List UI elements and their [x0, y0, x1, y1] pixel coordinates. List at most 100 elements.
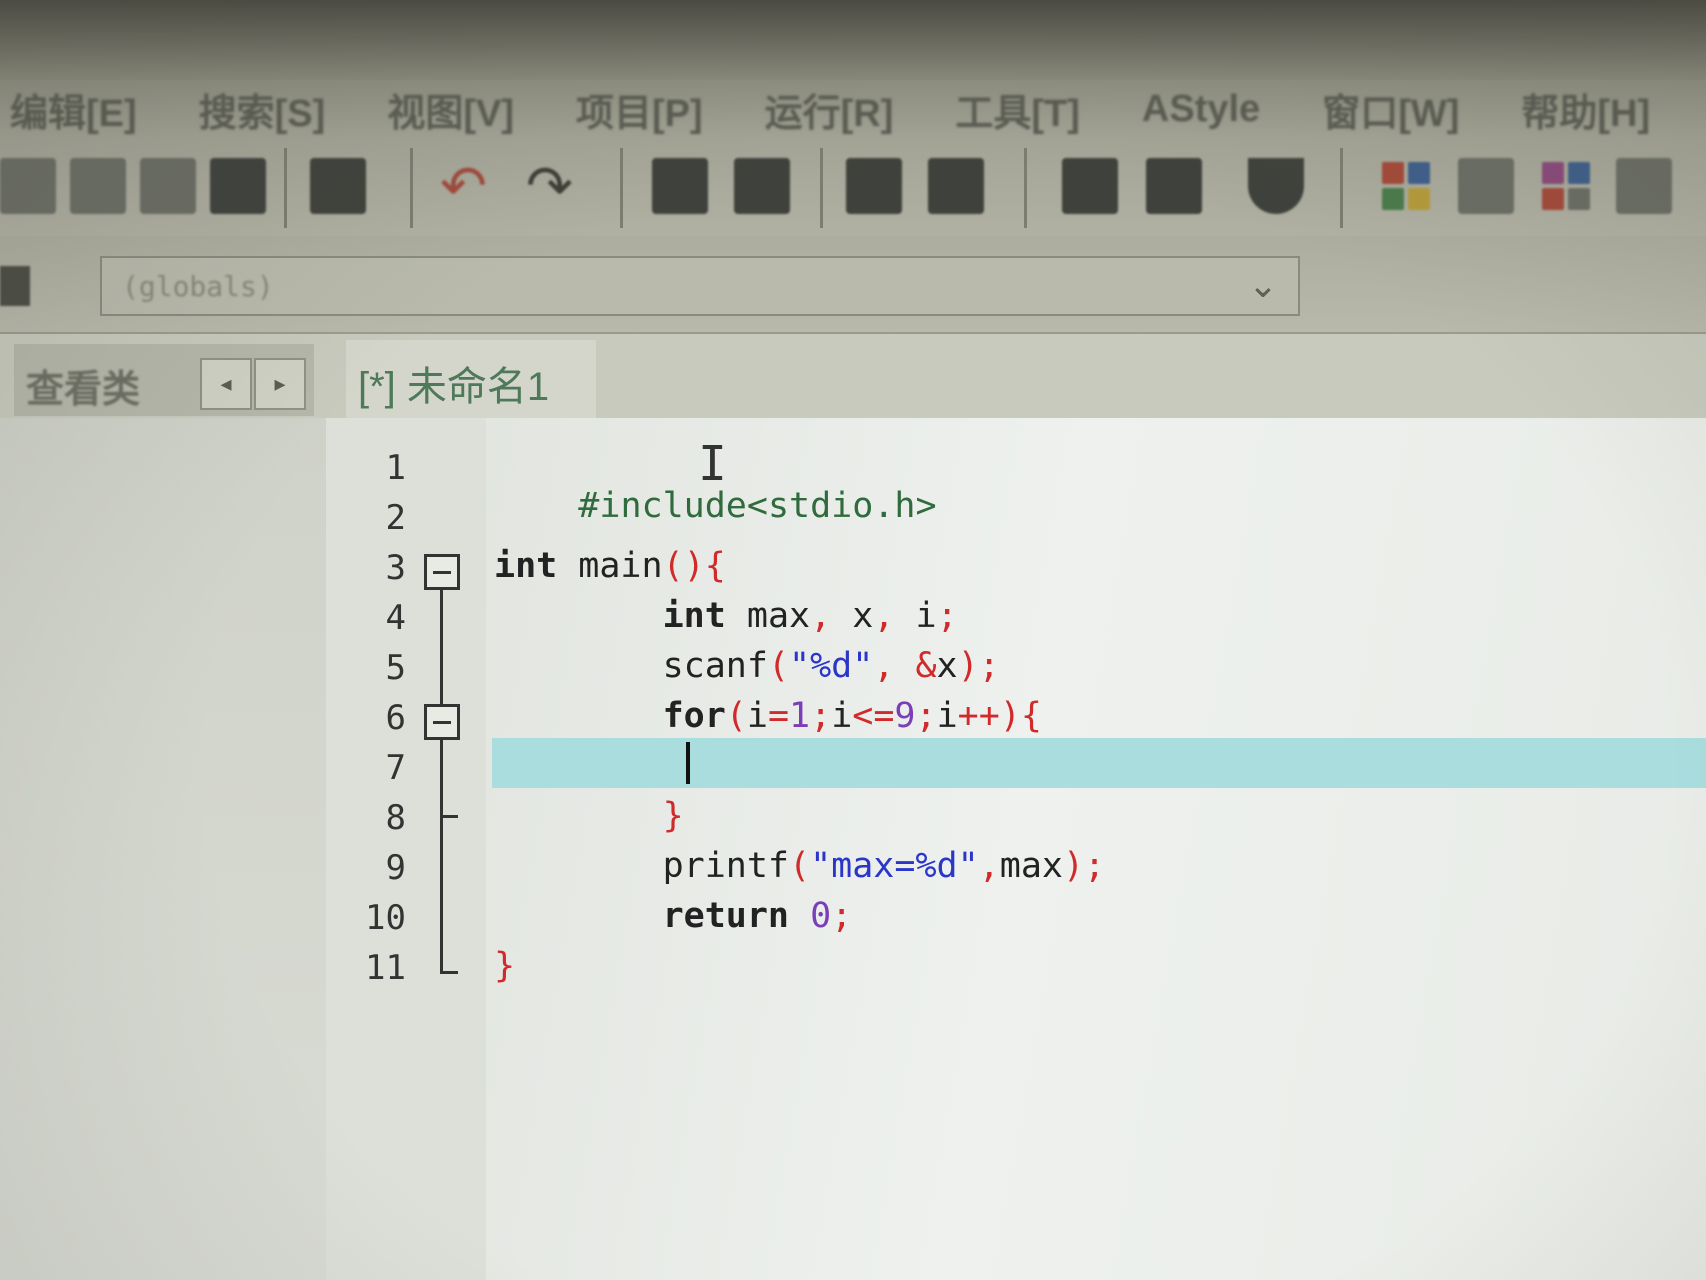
symbol: }	[494, 946, 516, 986]
toolbar-separator	[284, 148, 287, 228]
class-view-label: 查看类	[26, 369, 141, 411]
redo-icon[interactable]: ↷	[526, 156, 573, 216]
close-file-icon[interactable]	[70, 158, 126, 214]
close-all-icon[interactable]	[140, 158, 196, 214]
identifier: main	[557, 546, 663, 586]
editor-tab-label: [*] 未命名1	[358, 365, 550, 409]
identifier: i	[746, 696, 768, 736]
code-line-10: return 0;	[494, 896, 853, 936]
class-browser-panel	[0, 418, 326, 1280]
keyword: int	[662, 596, 726, 636]
code-line-3: int main(){	[494, 546, 726, 586]
menu-astyle[interactable]: AStyle	[1142, 88, 1260, 131]
find-icon[interactable]	[652, 158, 708, 214]
symbol: ;	[915, 696, 937, 736]
menu-edit[interactable]: 编辑[E]	[10, 82, 137, 137]
save-all-icon[interactable]	[0, 158, 56, 214]
symbol: ,	[978, 846, 1000, 886]
symbol: ++){	[957, 696, 1042, 736]
menu-tools[interactable]: 工具[T]	[955, 82, 1080, 137]
fold-toggle-main[interactable]	[424, 554, 460, 590]
symbol: ,	[810, 596, 832, 636]
code-line-4: int max, x, i;	[494, 596, 958, 636]
menu-window[interactable]: 窗口[W]	[1322, 82, 1459, 137]
line-number: 10	[365, 898, 406, 938]
replace-icon[interactable]	[734, 158, 790, 214]
tab-untitled-1[interactable]: [*] 未命名1	[346, 340, 596, 420]
symbol: (){	[662, 546, 726, 586]
goto-icon[interactable]	[1146, 158, 1202, 214]
include-directive: #include<stdio.h>	[578, 486, 937, 526]
code-line-9: printf("max=%d",max);	[494, 846, 1106, 886]
fold-end-for	[440, 815, 458, 818]
string-literal: "max=%d"	[810, 846, 979, 886]
fold-end-main	[440, 971, 458, 974]
fold-toggle-for[interactable]	[424, 704, 460, 740]
print-icon[interactable]	[310, 158, 366, 214]
menu-help[interactable]: 帮助[H]	[1521, 82, 1650, 137]
string-literal: "%d"	[789, 646, 874, 686]
line-number: 3	[385, 548, 406, 588]
menu-project[interactable]: 项目[P]	[576, 82, 703, 137]
line-number: 2	[385, 498, 406, 538]
tab-prev-button[interactable]: ◂	[200, 358, 252, 410]
symbol: , &	[873, 646, 937, 686]
ibeam-cursor-icon: I	[698, 436, 727, 492]
number-literal: 1	[789, 696, 811, 736]
line-number: 1	[385, 448, 406, 488]
scope-dropdown[interactable]: (globals) ⌄	[100, 256, 1300, 316]
bookmark-icon[interactable]	[1062, 158, 1118, 214]
project-icon[interactable]	[1378, 158, 1434, 214]
identifier: max	[725, 596, 811, 636]
shield-icon[interactable]	[1248, 158, 1304, 214]
text-caret	[686, 742, 690, 784]
new-class-icon[interactable]	[1458, 158, 1514, 214]
scope-value: (globals)	[122, 270, 274, 303]
current-line-highlight	[492, 738, 1706, 788]
identifier: i	[894, 596, 937, 636]
symbol: ;	[831, 896, 853, 936]
number-literal: 9	[894, 696, 916, 736]
keyword: int	[494, 546, 558, 586]
line-number: 4	[385, 598, 406, 638]
identifier: x	[936, 646, 958, 686]
menu-bar: 编辑[E] 搜索[S] 视图[V] 项目[P] 运行[R] 工具[T] ASty…	[0, 80, 1706, 138]
unindent-icon[interactable]	[928, 158, 984, 214]
identifier: printf	[662, 846, 790, 886]
insert-icon[interactable]	[1538, 158, 1594, 214]
tab-next-button[interactable]: ▸	[254, 358, 306, 410]
chevron-down-icon[interactable]: ⌄	[1248, 264, 1278, 306]
menu-run[interactable]: 运行[R]	[765, 82, 894, 137]
menu-search[interactable]: 搜索[S]	[199, 82, 326, 137]
scope-bar: (globals) ⌄	[0, 236, 1706, 332]
symbol: );	[957, 646, 1000, 686]
symbol: =	[767, 696, 790, 736]
layout-icon[interactable]	[1616, 158, 1672, 214]
symbol: (	[725, 696, 747, 736]
toolbar-separator	[620, 148, 623, 228]
line-number: 7	[385, 748, 406, 788]
save-icon[interactable]	[210, 158, 266, 214]
symbol: );	[1062, 846, 1106, 886]
window-chrome	[0, 0, 1706, 80]
tab-row: 查看类 ◂ ▸ [*] 未命名1	[0, 332, 1706, 420]
menu-view[interactable]: 视图[V]	[387, 82, 514, 137]
toolbar-separator	[410, 148, 413, 228]
code-line-11: }	[494, 946, 515, 986]
symbol: ;	[936, 596, 958, 636]
identifier: x	[831, 596, 874, 636]
line-number: 5	[385, 648, 406, 688]
toolbar-separator	[1340, 148, 1343, 228]
keyword: return	[662, 896, 790, 936]
indent-icon[interactable]	[846, 158, 902, 214]
code-editor[interactable]: 1 2 3 4 5 6 7 8 9 10 11 #include<stdio.h…	[326, 418, 1706, 1280]
toolbar: ↶ ↷	[0, 138, 1706, 238]
undo-icon[interactable]: ↶	[440, 156, 487, 216]
toolbar-separator	[1024, 148, 1027, 228]
code-line-6: for(i=1;i<=9;i++){	[494, 696, 1042, 736]
class-browser-icon[interactable]	[0, 266, 30, 306]
tab-class-view[interactable]: 查看类 ◂ ▸	[14, 344, 314, 416]
identifier: max	[999, 846, 1063, 886]
identifier: i	[831, 696, 853, 736]
symbol: <=	[852, 696, 895, 736]
